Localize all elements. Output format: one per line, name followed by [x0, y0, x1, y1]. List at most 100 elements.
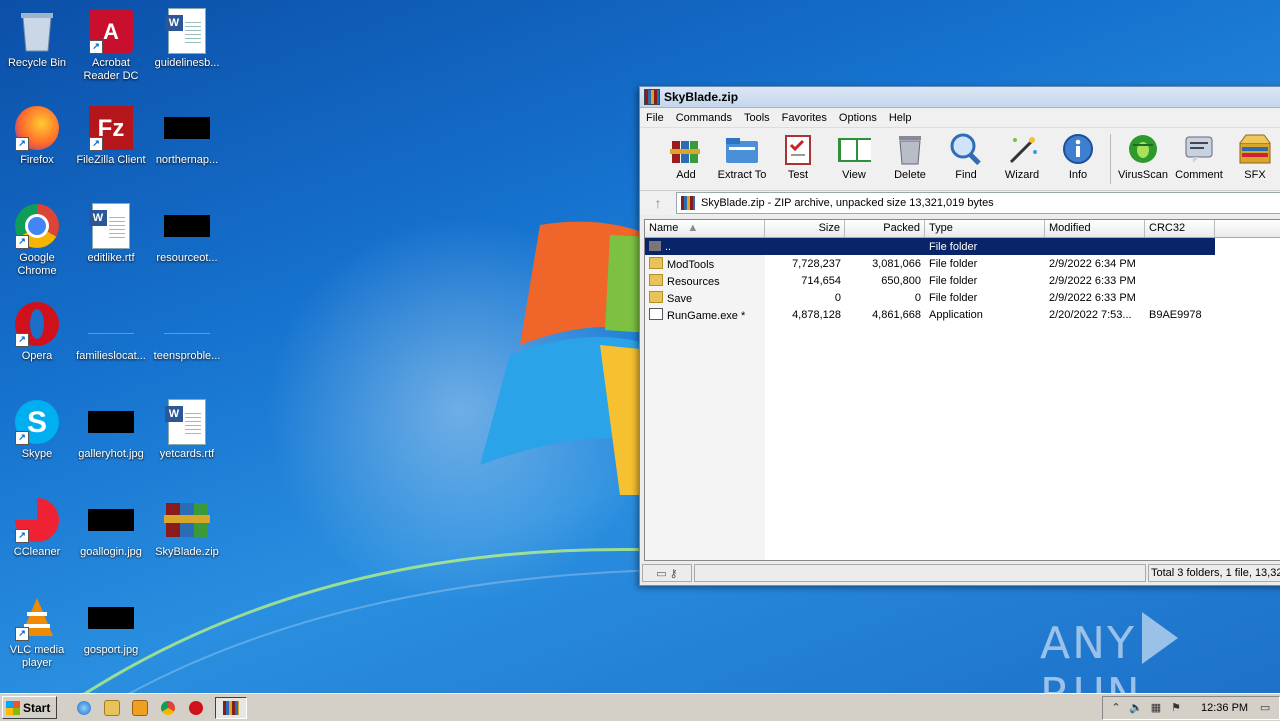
desktop-icon[interactable]: resourceot... — [150, 203, 224, 265]
column-packed[interactable]: Packed — [845, 220, 925, 237]
network-icon[interactable]: ▦ — [1149, 702, 1163, 714]
desktop-icon[interactable]: SkyBlade.zip — [150, 497, 224, 559]
row-name: Resources — [667, 275, 720, 288]
desktop-icon-label: northernap... — [155, 154, 219, 166]
clock[interactable]: 12:36 PM — [1201, 702, 1248, 714]
row-modified: 2/9/2022 6:34 PM — [1049, 257, 1136, 270]
menu-help[interactable]: Help — [889, 112, 912, 124]
desktop-icon[interactable]: gosport.jpg — [74, 595, 148, 657]
system-tray: ⌃ 🔈 ▦ ⚑ 12:36 PM ▭ — [1102, 696, 1280, 720]
shortcut-arrow-icon: ↗ — [15, 431, 29, 445]
show-desktop-icon[interactable]: ▭ — [1258, 702, 1272, 714]
desktop-icon[interactable]: goallogin.jpg — [74, 497, 148, 559]
desktop-icon[interactable]: ↗ Opera — [0, 301, 74, 363]
column-crc32[interactable]: CRC32 — [1145, 220, 1215, 237]
toolbar-separator — [1110, 134, 1111, 184]
table-row[interactable]: .. File folder — [645, 238, 1215, 255]
comment-button[interactable]: Comment — [1171, 128, 1227, 181]
windows-logo-wallpaper — [480, 221, 650, 495]
comment-label: Comment — [1175, 169, 1223, 181]
virusscan-bug-icon — [1126, 132, 1160, 166]
toolbar: Add Extract To Test View Delete Find Wiz… — [640, 127, 1280, 190]
opera-icon — [189, 700, 204, 715]
delete-button[interactable]: Delete — [882, 128, 938, 181]
desktop-icon[interactable]: S ↗ Skype — [0, 399, 74, 461]
desktop-icon[interactable]: Fz ↗ FileZilla Client — [74, 105, 148, 167]
explorer-folder-icon — [104, 699, 121, 716]
quicklaunch-ie[interactable] — [73, 698, 95, 718]
column-modified[interactable]: Modified — [1045, 220, 1145, 237]
desktop-icon[interactable]: A ↗ Acrobat Reader DC — [74, 8, 148, 83]
test-button[interactable]: Test — [770, 128, 826, 181]
archive-path-field[interactable]: SkyBlade.zip - ZIP archive, unpacked siz… — [676, 192, 1280, 214]
table-row[interactable]: ModTools 7,728,237 3,081,066 File folder… — [645, 255, 1280, 272]
quicklaunch-media[interactable] — [129, 698, 151, 718]
add-button[interactable]: Add — [658, 128, 714, 181]
add-label: Add — [676, 169, 696, 181]
virusscan-button[interactable]: VirusScan — [1115, 128, 1171, 181]
info-button[interactable]: Info — [1050, 128, 1106, 181]
desktop-icon[interactable]: northernap... — [150, 105, 224, 167]
status-bar: ▭ ⚷ Total 3 folders, 1 file, 13,321 — [640, 563, 1280, 583]
sort-ascending-icon: ▲ — [687, 222, 699, 234]
start-button[interactable]: Start — [2, 696, 58, 719]
table-row[interactable]: Save 0 0 File folder 2/9/2022 6:33 PM — [645, 289, 1280, 306]
chevron-up-icon[interactable]: ⌃ — [1109, 702, 1123, 714]
chrome-icon: ↗ — [14, 203, 60, 249]
desktop-icon[interactable]: ↗ CCleaner — [0, 497, 74, 559]
row-crc: B9AE9978 — [1149, 308, 1202, 321]
action-center-flag-icon[interactable]: ⚑ — [1169, 702, 1183, 714]
column-name[interactable]: Name ▲ — [645, 220, 765, 237]
column-type[interactable]: Type — [925, 220, 1045, 237]
list-header: Name ▲ Size Packed Type Modified CRC32 — [645, 220, 1280, 238]
quicklaunch-opera[interactable] — [185, 698, 207, 718]
row-name: ModTools — [667, 258, 715, 271]
desktop-icon[interactable]: Recycle Bin — [0, 8, 74, 70]
menu-tools[interactable]: Tools — [744, 112, 770, 124]
wizard-label: Wizard — [1004, 169, 1040, 181]
delete-trash-icon — [893, 132, 927, 166]
view-label: View — [842, 169, 866, 181]
wizard-button[interactable]: Wizard — [994, 128, 1050, 181]
menu-favorites[interactable]: Favorites — [782, 112, 827, 124]
column-size[interactable]: Size — [765, 220, 845, 237]
file-list[interactable]: Name ▲ Size Packed Type Modified CRC32 .… — [644, 219, 1280, 561]
desktop-icon[interactable]: familieslocat... — [74, 301, 148, 363]
sfx-box-icon — [1238, 132, 1272, 166]
desktop-icon-label: Opera — [21, 350, 53, 362]
desktop-icon[interactable]: ↗ Firefox — [0, 105, 74, 167]
table-row[interactable]: RunGame.exe * 4,878,128 4,861,668 Applic… — [645, 306, 1280, 323]
desktop-icon[interactable]: ↗ VLC media player — [0, 595, 74, 670]
extract-folder-icon — [725, 132, 759, 166]
view-button[interactable]: View — [826, 128, 882, 181]
menu-bar: File Commands Tools Favorites Options He… — [640, 108, 1280, 127]
up-arrow-icon[interactable]: ↑ — [640, 195, 676, 211]
extract-to-button[interactable]: Extract To — [714, 128, 770, 181]
quicklaunch-explorer[interactable] — [101, 698, 123, 718]
taskbar-winrar-button[interactable] — [215, 696, 248, 719]
volume-icon[interactable]: 🔈 — [1129, 702, 1143, 714]
find-button[interactable]: Find — [938, 128, 994, 181]
desktop-icon[interactable]: Wyetcards.rtf — [150, 399, 224, 461]
filezilla-icon: Fz ↗ — [88, 105, 134, 151]
desktop-icon-label: yetcards.rtf — [159, 448, 215, 460]
desktop-icon-label: VLC media player — [9, 644, 65, 669]
sfx-button[interactable]: SFX — [1227, 128, 1280, 181]
window-titlebar[interactable]: SkyBlade.zip — [640, 87, 1280, 108]
desktop-icon[interactable]: galleryhot.jpg — [74, 399, 148, 461]
desktop-icon-label: resourceot... — [156, 252, 218, 264]
drive-key-icon[interactable]: ▭ ⚷ — [642, 564, 692, 582]
extract-to-label: Extract To — [717, 169, 767, 181]
desktop-icon[interactable]: teensproble... — [150, 301, 224, 363]
menu-commands[interactable]: Commands — [676, 112, 732, 124]
desktop-icon[interactable]: ↗ Google Chrome — [0, 203, 74, 278]
menu-options[interactable]: Options — [839, 112, 877, 124]
desktop-icon[interactable]: Wguidelinesb... — [150, 8, 224, 70]
desktop-icon-label: galleryhot.jpg — [78, 448, 144, 460]
menu-file[interactable]: File — [646, 112, 664, 124]
row-modified: 2/9/2022 6:33 PM — [1049, 291, 1136, 304]
winrar-window[interactable]: SkyBlade.zip File Commands Tools Favorit… — [639, 86, 1280, 586]
quicklaunch-chrome[interactable] — [157, 698, 179, 718]
table-row[interactable]: Resources 714,654 650,800 File folder 2/… — [645, 272, 1280, 289]
desktop-icon[interactable]: Weditlike.rtf — [74, 203, 148, 265]
